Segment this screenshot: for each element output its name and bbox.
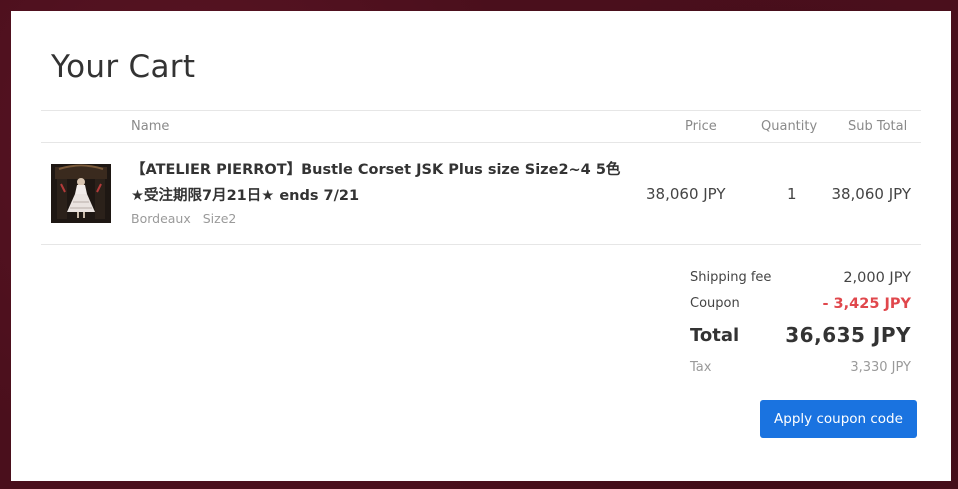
tax-label: Tax bbox=[690, 360, 712, 375]
apply-coupon-button[interactable]: Apply coupon code bbox=[760, 400, 917, 438]
item-subtotal: 38,060 JPY bbox=[831, 185, 911, 203]
product-name[interactable]: 【ATELIER PIERROT】Bustle Corset JSK Plus … bbox=[131, 157, 631, 209]
column-header-name: Name bbox=[131, 119, 170, 134]
variant-size: Size2 bbox=[202, 211, 237, 226]
column-header-price: Price bbox=[685, 119, 717, 134]
shipping-label: Shipping fee bbox=[690, 270, 772, 285]
column-header-quantity: Quantity bbox=[761, 119, 818, 134]
variant-color: Bordeaux bbox=[131, 211, 191, 226]
item-quantity: 1 bbox=[787, 185, 797, 203]
divider bbox=[41, 110, 921, 111]
page-title: Your Cart bbox=[51, 49, 196, 85]
total-label: Total bbox=[690, 325, 740, 346]
divider bbox=[41, 142, 921, 143]
divider bbox=[41, 244, 921, 245]
cart-panel: Your Cart Name Price Quantity Sub Total bbox=[11, 11, 951, 481]
column-header-subtotal: Sub Total bbox=[848, 119, 908, 134]
dress-photo-icon bbox=[51, 164, 111, 223]
coupon-label: Coupon bbox=[690, 296, 740, 311]
product-variant: Bordeaux Size2 bbox=[131, 211, 236, 226]
coupon-value: - 3,425 JPY bbox=[822, 296, 911, 312]
product-thumbnail[interactable] bbox=[51, 164, 111, 223]
item-price: 38,060 JPY bbox=[646, 185, 726, 203]
tax-value: 3,330 JPY bbox=[850, 360, 911, 375]
shipping-value: 2,000 JPY bbox=[843, 270, 911, 286]
total-value: 36,635 JPY bbox=[785, 323, 911, 347]
